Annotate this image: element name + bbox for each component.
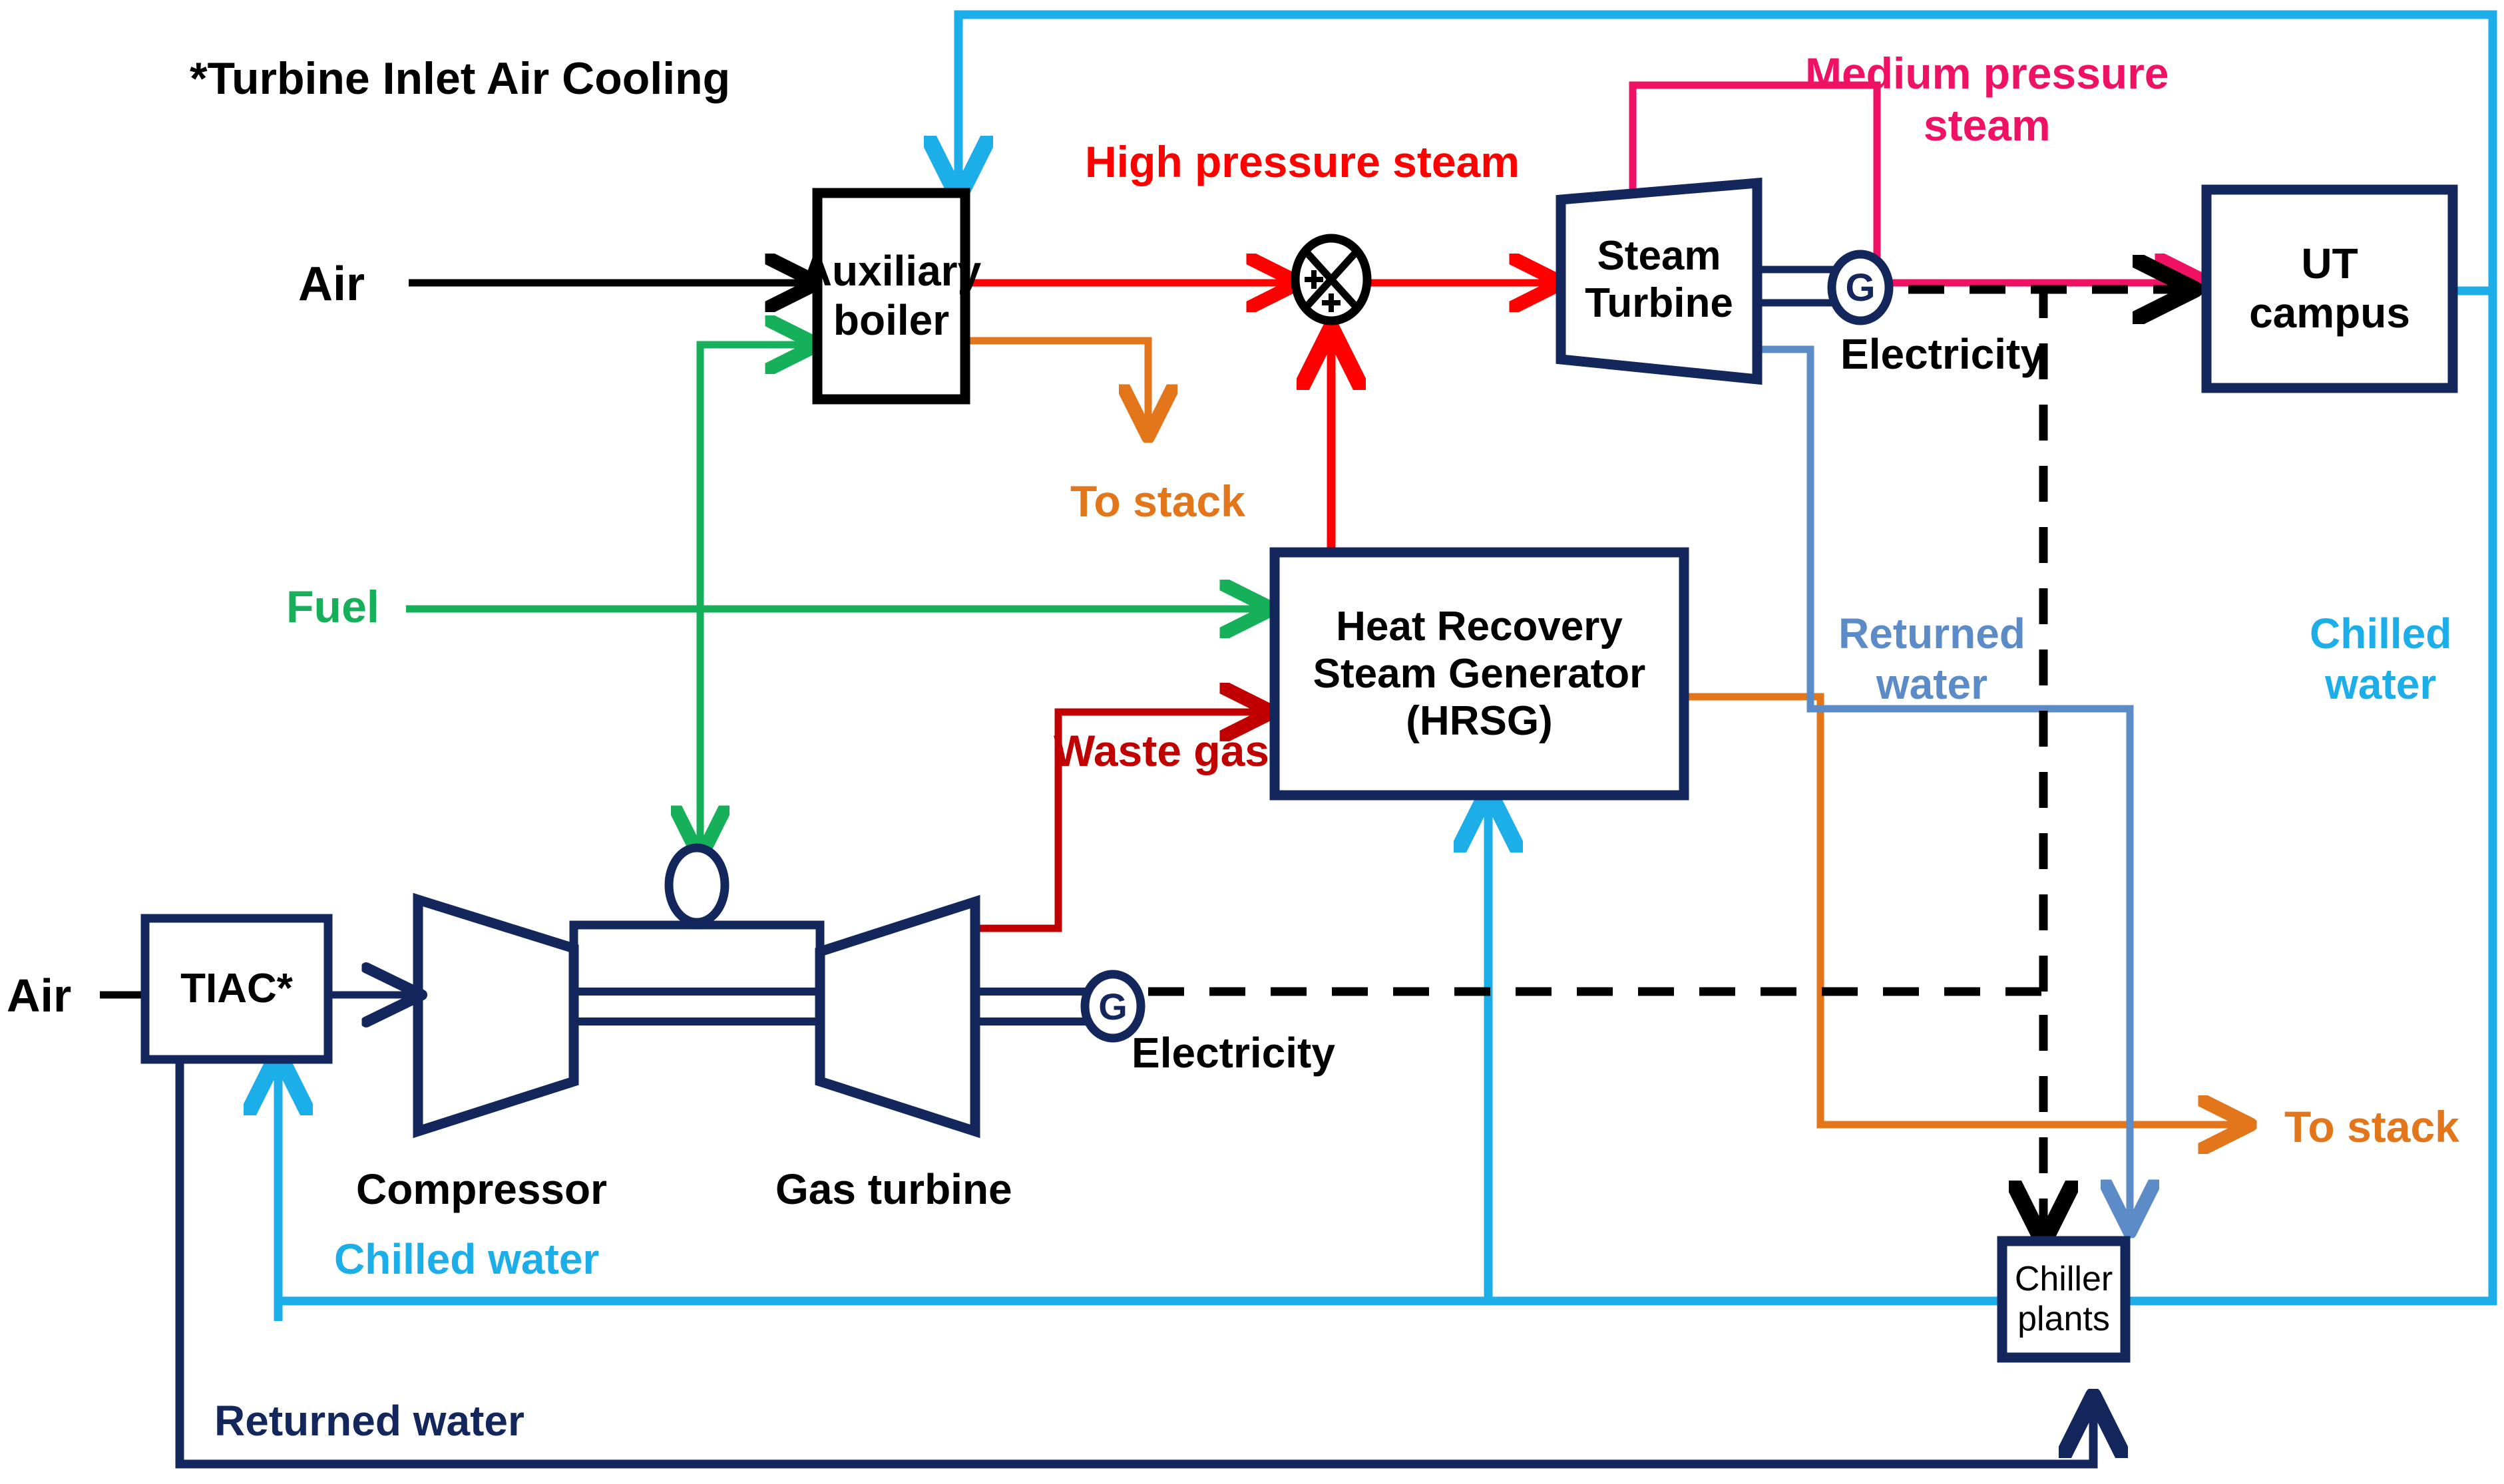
- label-fuel: Fuel: [286, 582, 379, 632]
- returned-water-line: [1757, 345, 2130, 1228]
- ut-campus-label: UT campus: [2249, 240, 2410, 337]
- label-returned-water-bottom: Returned water: [214, 1397, 524, 1445]
- gas-turbine-shape[interactable]: [815, 894, 980, 1139]
- label-compressor: Compressor: [356, 1165, 607, 1213]
- tiac-label: TIAC*: [180, 966, 293, 1012]
- svg-text:G: G: [1098, 986, 1128, 1027]
- label-air-bottom: Air: [7, 970, 72, 1021]
- hrsg-label: Heat Recovery Steam Generator (HRSG): [1313, 603, 1646, 745]
- label-chilled-water-right: Chilled water: [2310, 610, 2452, 708]
- label-waste-gas: Waste gas: [1054, 726, 1270, 775]
- label-high-pressure-steam: High pressure steam: [1085, 137, 1520, 186]
- label-returned-water-right: Returned water: [1838, 610, 2025, 708]
- steam-turbine-label: Steam Turbine: [1585, 232, 1733, 326]
- to-stack-aux-boiler-line: [965, 337, 1148, 433]
- fuel-network: [406, 345, 1268, 854]
- to-stack-hrsg-line: [1684, 693, 2246, 1125]
- chiller-plants-label: Chiller plants: [2014, 1259, 2113, 1338]
- title-note: *Turbine Inlet Air Cooling: [190, 53, 731, 104]
- high-pressure-steam-network: [965, 283, 1558, 562]
- compressor-shape[interactable]: [413, 892, 579, 1139]
- process-flow-diagram: G G *Turbine Inlet Air Cooling Air Air F…: [0, 0, 2504, 1484]
- label-medium-pressure-steam: Medium pressure steam: [1805, 49, 2169, 150]
- label-to-stack-right: To stack: [2284, 1102, 2459, 1151]
- svg-text:G: G: [1845, 266, 1875, 309]
- label-gas-turbine: Gas turbine: [775, 1165, 1012, 1213]
- mixer-icon: [1291, 234, 1372, 325]
- label-electricity-steam: Electricity: [1840, 330, 2044, 378]
- label-chilled-water-bottom: Chilled water: [334, 1235, 600, 1283]
- label-electricity-gas: Electricity: [1132, 1029, 1335, 1077]
- combustion-chamber-icon: [664, 843, 730, 927]
- auxiliary-boiler-label: Auxiliary boiler: [801, 247, 982, 344]
- label-air-top: Air: [298, 258, 365, 311]
- label-to-stack-top: To stack: [1070, 476, 1245, 526]
